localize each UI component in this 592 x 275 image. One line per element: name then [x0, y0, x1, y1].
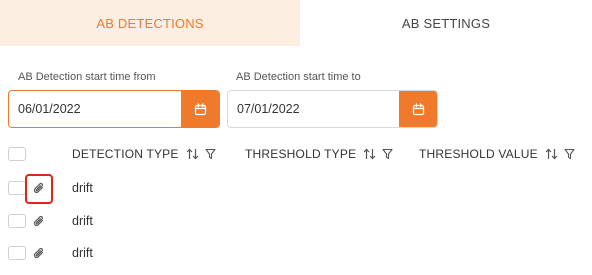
- tab-bar: AB DETECTIONS AB SETTINGS: [0, 0, 592, 46]
- detection-type-cell: drift: [72, 214, 93, 228]
- column-header-detection-type[interactable]: DETECTION TYPE: [72, 146, 216, 162]
- start-from-date-value[interactable]: 06/01/2022: [9, 102, 181, 116]
- start-from-calendar-button[interactable]: [181, 91, 219, 127]
- row-checkbox[interactable]: [8, 181, 26, 195]
- paperclip-icon[interactable]: [31, 244, 47, 262]
- sort-icon[interactable]: [363, 148, 376, 160]
- row-checkbox[interactable]: [8, 214, 26, 228]
- paperclip-icon[interactable]: [31, 212, 47, 230]
- start-to-calendar-button[interactable]: [399, 91, 437, 127]
- select-all-checkbox[interactable]: [8, 147, 26, 161]
- start-to-date-field[interactable]: 07/01/2022: [227, 90, 438, 128]
- column-header-threshold-value[interactable]: THRESHOLD VALUE: [419, 146, 575, 162]
- detection-type-cell: drift: [72, 181, 93, 195]
- sort-icon[interactable]: [545, 148, 558, 160]
- tab-ab-detections[interactable]: AB DETECTIONS: [0, 0, 300, 46]
- column-label: THRESHOLD TYPE: [245, 147, 357, 161]
- detection-type-cell: drift: [72, 246, 93, 260]
- filter-icon[interactable]: [564, 148, 575, 160]
- start-from-label: AB Detection start time from: [18, 71, 156, 83]
- calendar-icon: [412, 102, 424, 115]
- paperclip-icon[interactable]: [31, 179, 47, 197]
- column-header-threshold-type[interactable]: THRESHOLD TYPE: [245, 146, 393, 162]
- start-to-label: AB Detection start time to: [236, 71, 361, 83]
- column-label: DETECTION TYPE: [72, 147, 179, 161]
- tab-ab-settings[interactable]: AB SETTINGS: [300, 0, 592, 46]
- calendar-icon: [194, 102, 206, 115]
- filter-icon[interactable]: [382, 148, 393, 160]
- filter-icon[interactable]: [205, 148, 216, 160]
- sort-icon[interactable]: [186, 148, 199, 160]
- column-label: THRESHOLD VALUE: [419, 147, 538, 161]
- row-checkbox[interactable]: [8, 246, 26, 260]
- start-to-date-value[interactable]: 07/01/2022: [228, 102, 399, 116]
- start-from-date-field[interactable]: 06/01/2022: [8, 90, 220, 128]
